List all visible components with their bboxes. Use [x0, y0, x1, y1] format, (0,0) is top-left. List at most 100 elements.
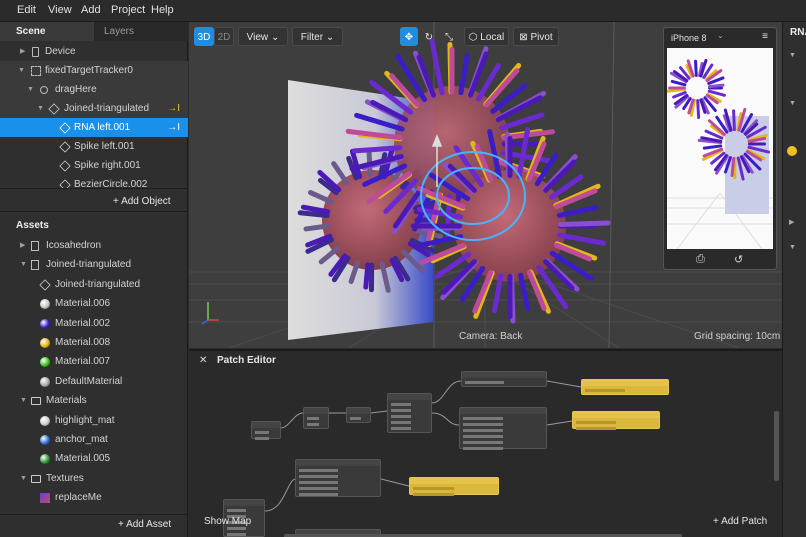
- patch-node[interactable]: [303, 407, 329, 429]
- scene-item-beziercircle[interactable]: BezierCircle.002: [0, 175, 188, 188]
- section-arrow-icon[interactable]: ▼: [789, 52, 796, 59]
- patch-node-port[interactable]: [299, 481, 338, 484]
- scene-item-joined-triangulated[interactable]: ▼ Joined-triangulated →I: [0, 99, 188, 118]
- expand-arrow-icon[interactable]: ▼: [20, 255, 27, 274]
- patch-node-header[interactable]: [304, 408, 328, 414]
- patch-node[interactable]: [346, 407, 371, 423]
- patch-node-header[interactable]: [388, 394, 431, 400]
- patch-node-header[interactable]: [410, 478, 498, 484]
- patch-node[interactable]: [409, 477, 499, 496]
- patch-node[interactable]: [295, 459, 381, 497]
- keyframe-icon[interactable]: [787, 146, 797, 156]
- patch-node-header[interactable]: [224, 500, 264, 506]
- menu-edit[interactable]: Edit: [17, 4, 36, 16]
- patch-node-port[interactable]: [463, 417, 503, 420]
- camera-switch-icon[interactable]: ⎙: [696, 253, 705, 266]
- patch-node-header[interactable]: [582, 380, 668, 386]
- patch-node-port[interactable]: [227, 533, 246, 536]
- patch-editor[interactable]: ✕ Patch Editor Show Map + Add Patch: [189, 349, 782, 537]
- expand-arrow-icon[interactable]: ▶: [20, 236, 25, 255]
- patch-node[interactable]: [387, 393, 432, 433]
- patch-node-port[interactable]: [299, 475, 338, 478]
- view-dropdown[interactable]: View ⌄: [238, 27, 288, 46]
- patch-node-port[interactable]: [465, 381, 504, 384]
- patch-node-header[interactable]: [573, 412, 659, 418]
- patch-node-header[interactable]: [460, 408, 546, 414]
- patch-node-port[interactable]: [463, 435, 503, 438]
- patch-node[interactable]: [251, 421, 281, 440]
- menu-view[interactable]: View: [48, 4, 72, 16]
- patch-node-port[interactable]: [576, 421, 616, 424]
- patch-node-port[interactable]: [463, 441, 503, 444]
- asset-item[interactable]: Material.008: [0, 333, 188, 352]
- patch-node-port[interactable]: [463, 429, 503, 432]
- patch-node-port[interactable]: [463, 447, 503, 450]
- scene-item-spike-left[interactable]: Spike left.001: [0, 137, 188, 156]
- add-object-button[interactable]: + Add Object: [113, 196, 171, 207]
- asset-item[interactable]: highlight_mat: [0, 411, 188, 430]
- asset-item[interactable]: ▶ Icosahedron: [0, 236, 188, 255]
- section-arrow-icon[interactable]: ▶: [789, 218, 794, 226]
- scene-item-fixedtargettracker[interactable]: ▼ fixedTargetTracker0: [0, 61, 188, 80]
- patch-node-header[interactable]: [462, 372, 546, 378]
- patch-node-header[interactable]: [252, 422, 280, 428]
- asset-item[interactable]: DefaultMaterial: [0, 372, 188, 391]
- scene-item-spike-right[interactable]: Spike right.001: [0, 156, 188, 175]
- asset-item[interactable]: anchor_mat: [0, 430, 188, 449]
- scene-item-device[interactable]: ▶ Device: [0, 42, 188, 61]
- pin-icon[interactable]: →I: [167, 99, 180, 118]
- device-preview[interactable]: iPhone 8 ⌄ ≡ ⎙ ↺: [663, 27, 777, 270]
- patch-node[interactable]: [459, 407, 547, 450]
- scene-item-draghere[interactable]: ▼ dragHere: [0, 80, 188, 99]
- patch-node-port[interactable]: [585, 389, 625, 392]
- tab-layers[interactable]: Layers: [104, 22, 174, 41]
- patch-node[interactable]: [581, 379, 669, 395]
- patch-node-port[interactable]: [299, 469, 338, 472]
- patch-node-port[interactable]: [463, 423, 503, 426]
- patch-node[interactable]: [572, 411, 660, 430]
- add-patch-button[interactable]: + Add Patch: [713, 516, 767, 527]
- mode-3d-button[interactable]: 3D: [194, 27, 214, 46]
- patch-node-port[interactable]: [307, 417, 319, 420]
- patch-node-port[interactable]: [227, 509, 246, 512]
- patch-node[interactable]: [461, 371, 547, 387]
- scale-tool-button[interactable]: ⤡: [440, 27, 458, 46]
- move-tool-button[interactable]: ✥: [400, 27, 418, 46]
- rotate-device-icon[interactable]: ↺: [734, 253, 743, 266]
- filter-dropdown[interactable]: Filter ⌄: [292, 27, 343, 46]
- patch-node-port[interactable]: [391, 427, 412, 430]
- rotate-tool-button[interactable]: ↻: [420, 27, 438, 46]
- patch-node-port[interactable]: [413, 487, 454, 490]
- asset-item[interactable]: ▼ Materials: [0, 391, 188, 410]
- patch-node-port[interactable]: [350, 417, 362, 420]
- collapse-arrow-icon[interactable]: ▼: [37, 99, 44, 118]
- asset-item[interactable]: Material.005: [0, 449, 188, 468]
- local-toggle[interactable]: ⬡ Local: [464, 27, 509, 46]
- menu-add[interactable]: Add: [81, 4, 101, 16]
- patch-node-header[interactable]: [347, 408, 370, 414]
- show-map-button[interactable]: Show Map: [204, 516, 251, 527]
- mode-2d-button[interactable]: 2D: [214, 27, 234, 46]
- asset-item[interactable]: Joined-triangulated: [0, 275, 188, 294]
- asset-item[interactable]: ▼ Joined-triangulated: [0, 255, 188, 274]
- expand-arrow-icon[interactable]: ▶: [20, 42, 25, 61]
- expand-arrow-icon[interactable]: ▼: [20, 469, 27, 488]
- asset-item[interactable]: replaceMe: [0, 488, 188, 507]
- patch-node-port[interactable]: [299, 493, 338, 496]
- asset-item[interactable]: Material.007: [0, 352, 188, 371]
- patch-node-port[interactable]: [255, 437, 269, 440]
- menu-project[interactable]: Project: [111, 4, 145, 16]
- vertical-scrollbar[interactable]: [774, 411, 779, 481]
- patch-node-port[interactable]: [307, 423, 319, 426]
- patch-node-port[interactable]: [391, 415, 412, 418]
- chevron-down-icon[interactable]: ⌄: [717, 31, 724, 40]
- menu-icon[interactable]: ≡: [762, 31, 768, 42]
- tab-scene[interactable]: Scene: [0, 22, 94, 41]
- collapse-arrow-icon[interactable]: ▼: [18, 61, 25, 80]
- scene-item-rna-left[interactable]: RNA left.001 →I: [0, 118, 188, 137]
- patch-node-port[interactable]: [576, 427, 616, 430]
- collapse-arrow-icon[interactable]: ▼: [27, 80, 34, 99]
- section-arrow-icon[interactable]: ▼: [789, 244, 796, 251]
- pin-icon[interactable]: →I: [167, 118, 180, 137]
- device-name[interactable]: iPhone 8: [671, 33, 707, 43]
